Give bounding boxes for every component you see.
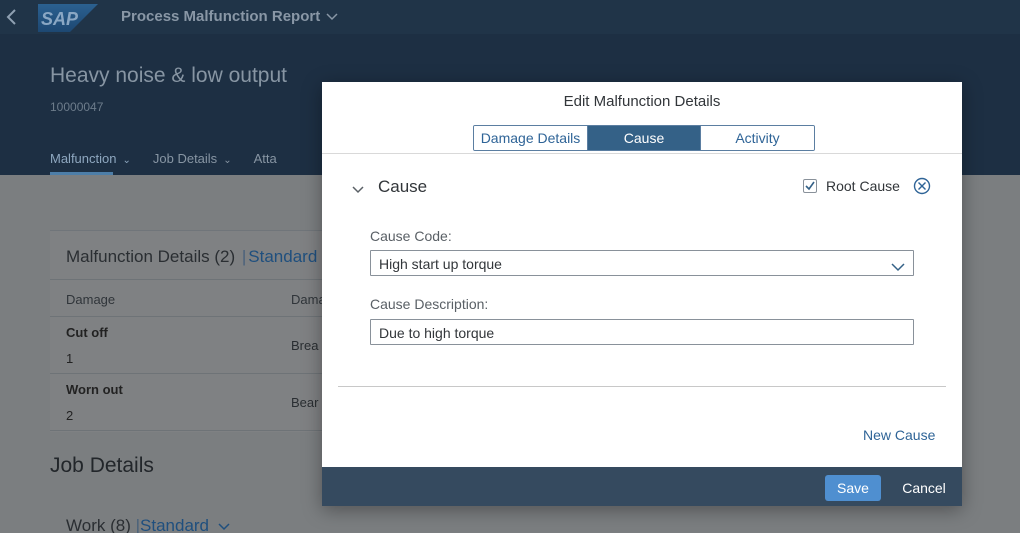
object-id: 10000047 [50,100,104,114]
anchor-attachments[interactable]: Atta [254,151,277,175]
chevron-down-icon[interactable] [218,516,230,533]
column-damage-part: Dama [291,292,326,307]
root-cause-label: Root Cause [826,178,900,194]
cause-code-select[interactable]: High start up torque [370,250,914,276]
card-title: Malfunction Details (2) | Standard [66,247,318,266]
svg-text:SAP: SAP [41,9,79,29]
collapse-chevron-icon[interactable] [351,182,365,194]
chevron-down-icon: ⌄ [122,155,131,166]
work-table-title: Work (8) |Standard [66,516,230,533]
root-cause-checkbox[interactable] [803,179,817,193]
dialog-footer: Save Cancel [322,467,962,506]
variant-management[interactable]: Standard [248,247,317,266]
section-title-job-details: Job Details [50,454,154,477]
chevron-down-icon [326,10,338,24]
malfunction-details-card: Malfunction Details (2) | Standard Damage… [50,230,340,432]
decline-icon[interactable] [913,177,931,195]
shell-bar: SAP Process Malfunction Report [0,0,1020,34]
header-divider [322,153,962,154]
dialog-title: Edit Malfunction Details [563,93,721,110]
anchor-job-details[interactable]: Job Details ⌄ [153,151,232,175]
tab-cause[interactable]: Cause [588,126,701,150]
table-header: Damage Dama [50,279,340,317]
tab-damage-details[interactable]: Damage Details [474,126,588,150]
panel-divider [338,386,946,387]
table-row[interactable]: Worn out 2 Bear [50,374,340,431]
cause-description-input[interactable]: Due to high torque [370,319,914,345]
panel-title: Cause [378,177,428,196]
segmented-button: Damage Details Cause Activity [473,125,815,151]
save-button[interactable]: Save [825,475,881,501]
table-row[interactable]: Cut off 1 Brea [50,317,340,374]
cancel-button[interactable]: Cancel [894,475,954,501]
sap-logo[interactable]: SAP [38,4,98,32]
anchor-malfunction[interactable]: Malfunction ⌄ [50,151,131,175]
app-title: Process Malfunction Report [121,8,321,25]
cause-description-label: Cause Description: [370,296,489,312]
new-cause-button[interactable]: New Cause [863,427,935,443]
edit-malfunction-dialog: Edit Malfunction Details Damage Details … [322,82,962,506]
tab-activity[interactable]: Activity [701,126,814,150]
anchor-bar: Malfunction ⌄ Job Details ⌄ Atta [50,151,299,175]
app-title-menu[interactable]: Process Malfunction Report [121,8,338,25]
cause-code-value: High start up torque [379,256,502,272]
object-title: Heavy noise & low output [50,64,287,87]
chevron-down-icon: ⌄ [223,155,232,166]
cause-code-label: Cause Code: [370,228,452,244]
variant-management[interactable]: Standard [140,516,209,533]
back-icon[interactable] [4,6,20,28]
chevron-down-icon[interactable] [891,259,905,272]
column-damage: Damage [66,292,116,307]
checkbox-check-icon [805,181,815,191]
